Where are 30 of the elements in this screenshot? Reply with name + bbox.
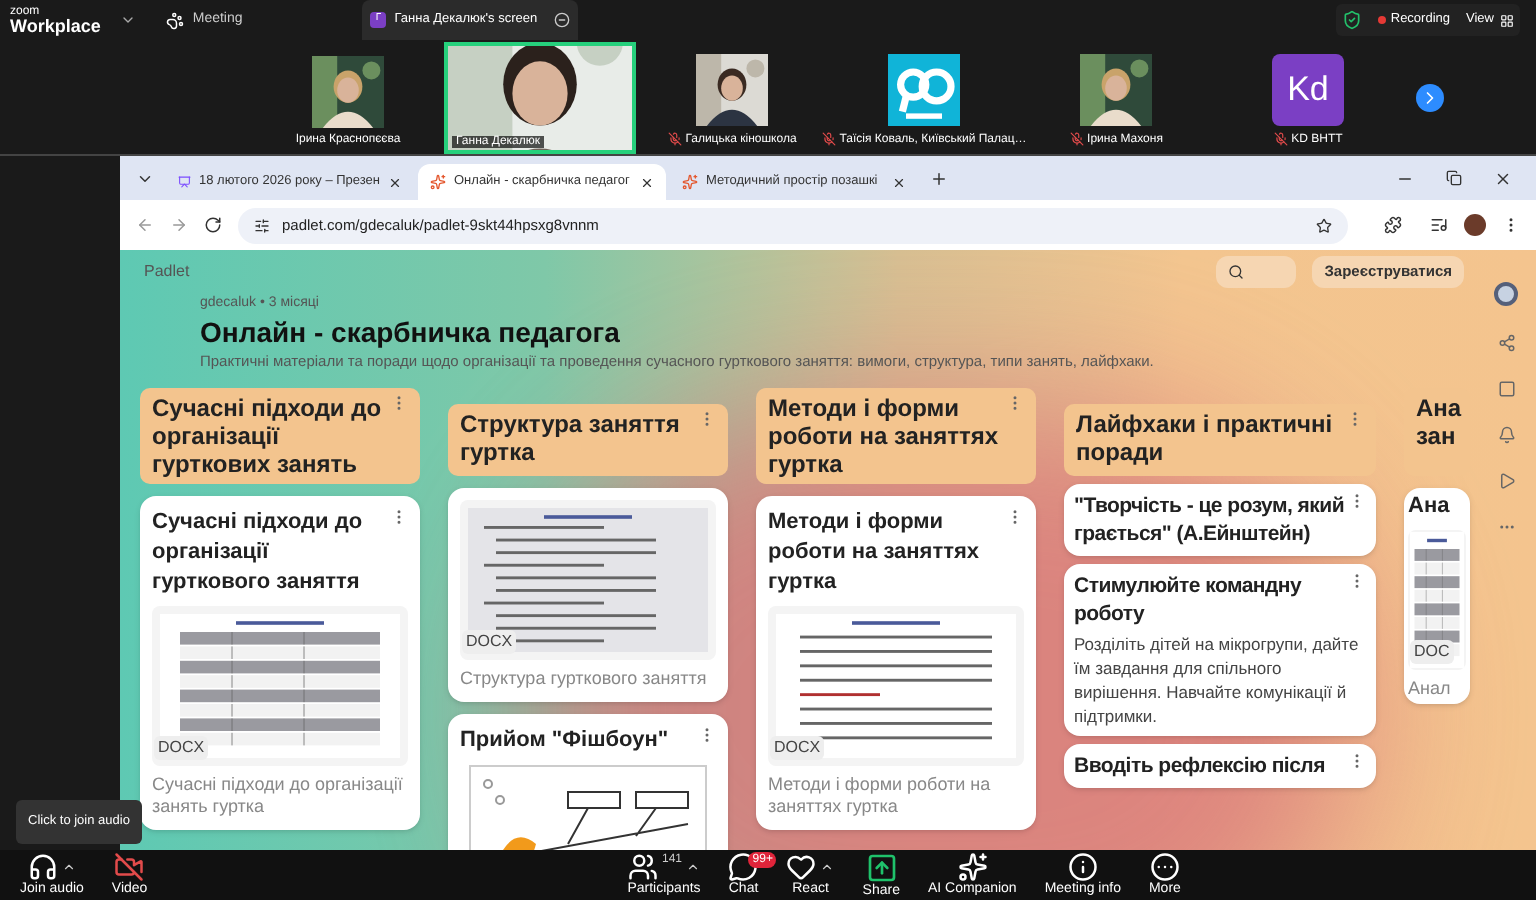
- file-type-label: DOCX: [770, 735, 825, 760]
- post-title: Сучасні підходи до організації гурткового заняття: [152, 507, 365, 598]
- doc-post-card[interactable]: DOCX Структура гурткового заняття: [448, 487, 728, 702]
- text-post-card[interactable]: Вводіть рефлексію після: [1064, 743, 1376, 788]
- column-header[interactable]: Структура заняття гуртка: [448, 403, 728, 476]
- file-type-label: DOC: [1410, 639, 1454, 664]
- text-post-card[interactable]: Стимулюйте командну роботу Розділіть дітей на мікрогрупи, дайте їм завдання для спільного вирішення. Навчайте комунікації й підтримки.: [1064, 563, 1376, 736]
- initials-avatar: Kd: [1272, 54, 1344, 126]
- image-post-card[interactable]: Прийом "Фішбоун": [448, 713, 728, 850]
- padlet-brand: Padlet: [144, 259, 190, 284]
- attachment-caption: Методи і форми роботи на заняттях гуртка: [768, 773, 993, 818]
- post-title: "Творчість - це розум, який грається" (А.Ейнштейн): [1074, 491, 1346, 548]
- column-header[interactable]: Сучасні підходи до організації гурткових занять: [140, 387, 420, 484]
- post-body: Розділіть дітей на мікрогрупи, дайте їм завдання для спільного вирішення. Навчайте комунікації й підтримки.: [1074, 631, 1361, 728]
- attachment-caption: Анал: [1408, 677, 1453, 700]
- post-title: Прийом "Фішбоун": [460, 725, 669, 756]
- attachment-caption: Сучасні підходи до організації занять гуртка: [152, 773, 405, 818]
- file-type-label: DOCX: [154, 735, 209, 760]
- doc-post-card[interactable]: Сучасні підходи до організації гурткового заняття DOCX Сучасні підходи до організації занять гуртка: [140, 495, 420, 830]
- post-title: Ана: [1408, 491, 1450, 522]
- post-title: Методи і форми роботи на заняттях гуртка: [768, 507, 982, 598]
- doc-post-card[interactable]: Методи і форми роботи на заняттях гуртка DOCX Методи і форми роботи на заняттях гуртка: [756, 495, 1036, 830]
- file-type-label: DOCX: [462, 629, 517, 654]
- text-post-card[interactable]: "Творчість - це розум, який грається" (А.Ейнштейн): [1064, 483, 1376, 556]
- board-title: Онлайн - скарбничка педагога: [200, 313, 622, 350]
- post-title: Вводіть рефлексію після: [1074, 751, 1327, 780]
- doc-post-card[interactable]: Ана DOC Анал: [1404, 487, 1470, 704]
- column-header[interactable]: Методи і форми роботи на заняттях гуртка: [756, 387, 1036, 484]
- post-title: Стимулюйте командну роботу: [1074, 571, 1304, 628]
- attachment-caption: Структура гурткового заняття: [460, 667, 709, 690]
